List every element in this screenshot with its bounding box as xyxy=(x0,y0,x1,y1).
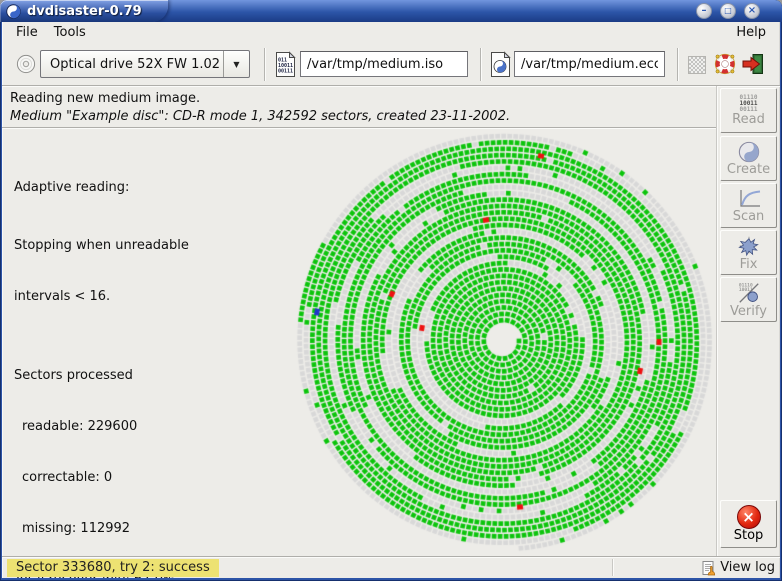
disc-sector-map xyxy=(291,129,715,553)
toolbar-separator xyxy=(677,48,679,81)
toolbar-separator xyxy=(264,48,266,81)
message-area: Reading new medium image. Medium "Exampl… xyxy=(2,87,716,128)
create-yinyang-icon xyxy=(738,141,760,163)
info-sectors-heading: Sectors processed xyxy=(14,367,189,384)
help-button[interactable] xyxy=(714,53,736,75)
close-icon: × xyxy=(748,6,756,16)
scan-button-label: Scan xyxy=(733,210,765,224)
ecc-file-icon xyxy=(490,51,511,78)
drive-cd-icon xyxy=(16,54,36,74)
info-correctable: correctable: 0 xyxy=(14,469,189,486)
action-sidebar: 01110 10011 00111 Read Create xyxy=(716,86,780,556)
quit-button[interactable] xyxy=(742,53,764,75)
titlebar-tab[interactable]: dvdisaster-0.79 xyxy=(0,0,168,22)
fix-button[interactable]: Fix xyxy=(720,230,777,275)
statusbar-separator xyxy=(612,559,614,576)
stop-button-label: Stop xyxy=(734,529,764,543)
preferences-button[interactable] xyxy=(688,56,706,74)
iso-path-input[interactable] xyxy=(300,51,468,77)
close-button[interactable]: × xyxy=(744,3,760,19)
menubar: File Tools Help xyxy=(2,22,780,43)
create-button-label: Create xyxy=(727,163,770,177)
verify-button[interactable]: 01110 10011 Verify xyxy=(720,277,777,322)
drive-select-value: Optical drive 52X FW 1.02 xyxy=(41,57,223,72)
app-icon xyxy=(6,4,21,19)
maximize-icon: □ xyxy=(724,7,732,15)
status-line-medium-info: Medium "Example disc": CD-R mode 1, 3425… xyxy=(10,108,708,126)
menu-file[interactable]: File xyxy=(8,23,46,42)
info-stopping-line2: intervals < 16. xyxy=(14,288,189,305)
scan-curve-icon xyxy=(736,188,762,210)
chevron-down-icon: ▼ xyxy=(223,51,249,77)
adaptive-reading-info: Adaptive reading: Stopping when unreadab… xyxy=(14,145,189,578)
verify-magnifier-icon: 01110 10011 xyxy=(737,281,761,305)
maximize-button[interactable]: □ xyxy=(720,3,736,19)
statusbar: Sector 333680, try 2: success View log xyxy=(2,556,780,578)
info-readable: readable: 229600 xyxy=(14,418,189,435)
exit-door-icon xyxy=(742,53,764,75)
titlebar[interactable]: dvdisaster-0.79 – □ × xyxy=(0,0,782,22)
fix-splat-icon xyxy=(737,234,761,258)
status-line-primary: Reading new medium image. xyxy=(10,90,708,108)
minimize-button[interactable]: – xyxy=(696,3,712,19)
menu-tools[interactable]: Tools xyxy=(46,23,94,42)
toolbar: Optical drive 52X FW 1.02 ▼ 011100110011… xyxy=(2,43,780,86)
preferences-icon-disabled xyxy=(688,56,706,74)
view-log-label: View log xyxy=(720,560,775,575)
read-binary-icon: 01110 10011 00111 xyxy=(739,95,757,113)
stop-icon: × xyxy=(737,505,761,529)
log-document-hand-icon xyxy=(701,560,717,576)
info-stopping-line1: Stopping when unreadable xyxy=(14,237,189,254)
read-button[interactable]: 01110 10011 00111 Read xyxy=(720,88,777,133)
window-title: dvdisaster-0.79 xyxy=(27,4,142,19)
minimize-icon: – xyxy=(702,6,707,16)
window-body: File Tools Help Optical drive 52X FW 1.0… xyxy=(2,22,780,578)
info-heading: Adaptive reading: xyxy=(14,179,189,196)
verify-button-label: Verify xyxy=(730,305,767,319)
menu-help[interactable]: Help xyxy=(728,23,774,42)
fix-button-label: Fix xyxy=(740,258,758,272)
create-button[interactable]: Create xyxy=(720,136,777,181)
stop-button[interactable]: × Stop xyxy=(720,500,777,548)
read-button-label: Read xyxy=(732,113,765,127)
view-log-button[interactable]: View log xyxy=(701,560,775,576)
drive-select[interactable]: Optical drive 52X FW 1.02 ▼ xyxy=(40,50,250,78)
sector-status-message: Sector 333680, try 2: success xyxy=(7,559,219,577)
info-missing: missing: 112992 xyxy=(14,520,189,537)
iso-file-icon: 0111001100111 xyxy=(275,51,296,78)
scan-button[interactable]: Scan xyxy=(720,183,777,228)
main-area: Adaptive reading: Stopping when unreadab… xyxy=(2,129,716,556)
toolbar-separator xyxy=(480,48,482,81)
ecc-path-input[interactable] xyxy=(514,51,665,77)
app-window: dvdisaster-0.79 – □ × File Tools Help Op… xyxy=(0,0,782,581)
lifering-icon xyxy=(714,53,736,75)
